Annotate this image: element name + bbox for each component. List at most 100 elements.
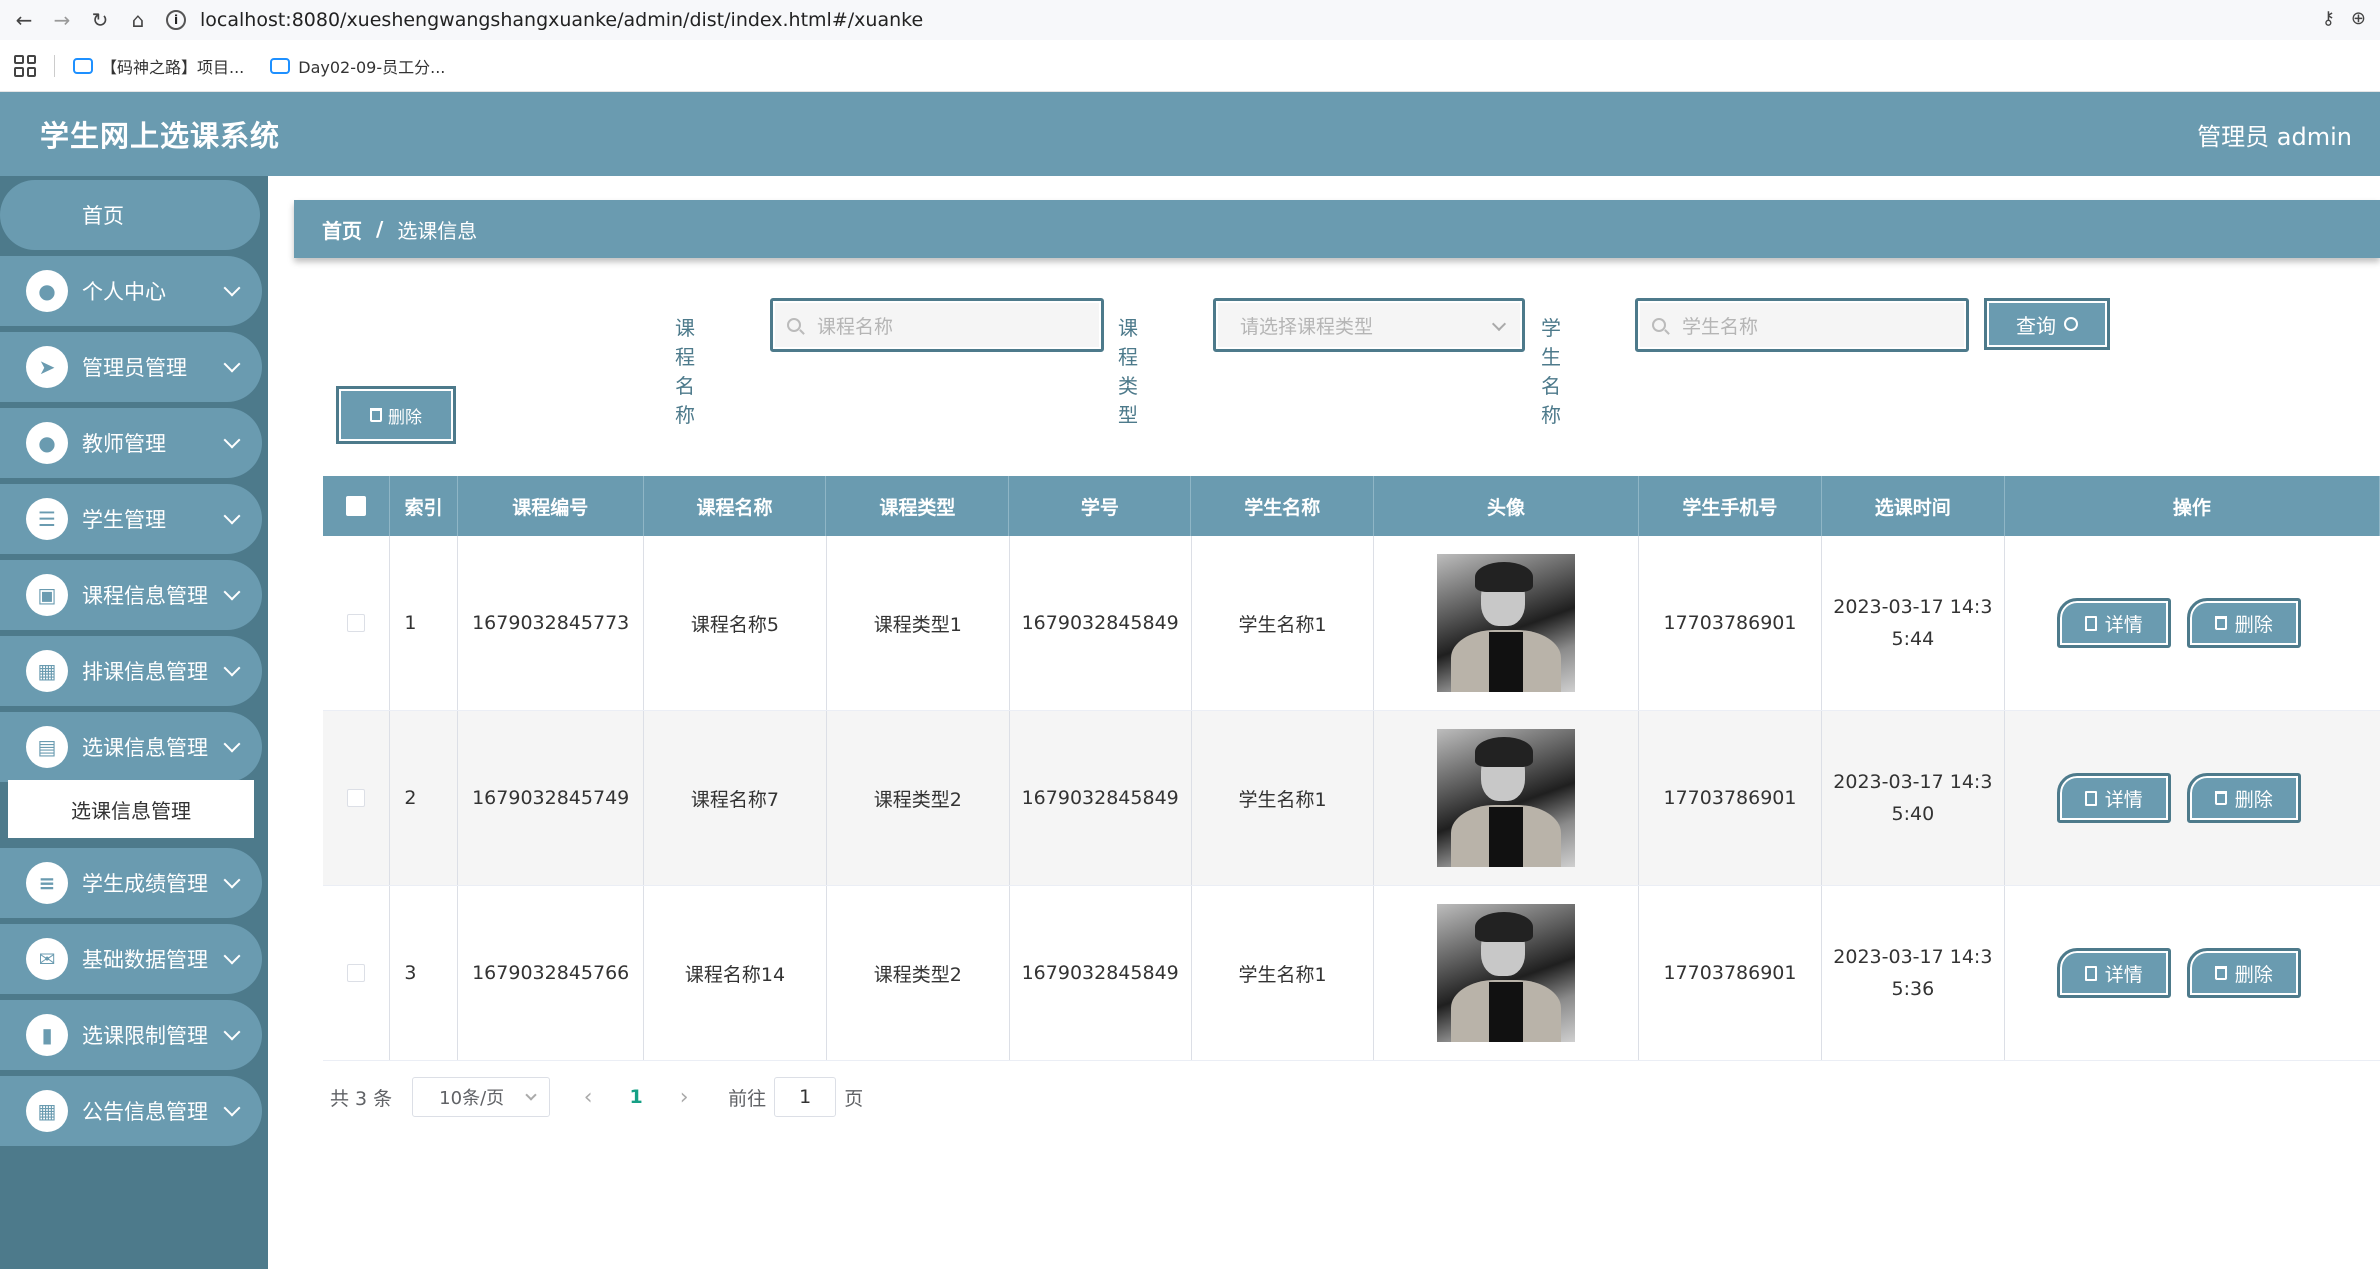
sidebar-item-base-data[interactable]: ✉ 基础数据管理	[0, 924, 262, 994]
prev-page-icon[interactable]: ‹	[564, 1085, 612, 1110]
ops-cell: 详情 删除	[2005, 886, 2380, 1060]
current-user[interactable]: 管理员 admin	[2197, 117, 2352, 152]
forward-icon[interactable]: →	[48, 6, 76, 34]
time-line: 2023-03-17 14:3	[1833, 596, 1993, 618]
search-icon	[1652, 318, 1666, 332]
student-no-cell: 1679032845849	[1010, 711, 1192, 885]
sidebar-item-grades[interactable]: ≡ 学生成绩管理	[0, 848, 262, 918]
delete-label: 删除	[2234, 613, 2273, 636]
sidebar-item-home[interactable]: 首页	[0, 180, 260, 250]
bilibili-icon	[73, 57, 93, 74]
browser-toolbar: ← → ↻ ⌂ i localhost:8080/xueshengwangsha…	[0, 0, 2380, 40]
bookmark-item[interactable]: Day02-09-员工分...	[270, 54, 445, 78]
chevron-down-icon	[223, 279, 241, 297]
detail-label: 详情	[2104, 963, 2143, 986]
goto-page-input[interactable]: 1	[774, 1077, 837, 1117]
breadcrumb-current: 选课信息	[397, 218, 478, 243]
bookmark-item[interactable]: 【码神之路】项目...	[73, 54, 244, 78]
back-icon[interactable]: ←	[10, 6, 38, 34]
apps-icon[interactable]	[14, 54, 36, 77]
send-icon: ➤	[26, 346, 68, 388]
ops-cell: 详情 删除	[2005, 536, 2380, 710]
sliders-icon: ≡	[26, 862, 68, 904]
student-name-input[interactable]: 学生名称	[1635, 298, 1969, 352]
sidebar-item-teacher[interactable]: ● 教师管理	[0, 408, 262, 478]
info-icon[interactable]: i	[166, 10, 186, 30]
bookmark-label: Day02-09-员工分...	[298, 57, 446, 77]
course-type-placeholder: 请选择课程类型	[1240, 315, 1374, 338]
grid-icon: ▦	[26, 650, 68, 692]
reload-icon[interactable]: ↻	[86, 6, 114, 34]
table-header: 索引 课程编号 课程名称 课程类型 学号 学生名称 头像 学生手机号 选课时间 …	[323, 476, 2380, 536]
next-page-icon[interactable]: ›	[660, 1085, 708, 1110]
select-all-checkbox[interactable]	[346, 496, 367, 516]
selection-table: 索引 课程编号 课程名称 课程类型 学号 学生名称 头像 学生手机号 选课时间 …	[323, 476, 2380, 1061]
sidebar-item-label: 管理员管理	[82, 356, 187, 380]
sidebar-item-personal-center[interactable]: ● 个人中心	[0, 256, 262, 326]
page-size-value: 10条/页	[439, 1088, 505, 1109]
sidebar-item-selection[interactable]: ▤ 选课信息管理	[0, 712, 262, 782]
column-header: 课程类型	[826, 476, 1010, 536]
address-bar[interactable]: i localhost:8080/xueshengwangshangxuanke…	[166, 9, 923, 31]
student-name-cell: 学生名称1	[1192, 711, 1375, 885]
sidebar-item-admin[interactable]: ➤ 管理员管理	[0, 332, 262, 402]
sidebar-item-label: 选课限制管理	[82, 1024, 208, 1048]
query-button[interactable]: 查询	[1984, 298, 2110, 350]
course-name-cell: 课程名称5	[644, 536, 827, 710]
sidebar: 首页 ● 个人中心 ➤ 管理员管理 ● 教师管理 ☰ 学生管理 ▣ 课程信息管理…	[0, 176, 268, 1269]
detail-label: 详情	[2104, 788, 2143, 811]
row-checkbox[interactable]	[347, 614, 366, 632]
row-checkbox[interactable]	[347, 964, 366, 982]
url-text[interactable]: localhost:8080/xueshengwangshangxuanke/a…	[200, 9, 923, 31]
student-name-cell: 学生名称1	[1192, 886, 1375, 1060]
document-icon	[2084, 965, 2097, 981]
key-icon[interactable]: ⚷	[2322, 8, 2335, 29]
time-line: 2023-03-17 14:3	[1833, 771, 1993, 793]
student-no-cell: 1679032845849	[1010, 886, 1192, 1060]
bilibili-icon	[270, 57, 291, 74]
time-cell: 2023-03-17 14:3 5:40	[1822, 711, 2005, 885]
chevron-down-icon	[223, 659, 241, 677]
avatar-cell	[1374, 711, 1640, 885]
sidebar-item-limits[interactable]: ▮ 选课限制管理	[0, 1000, 262, 1070]
table-row: 1 1679032845773 课程名称5 课程类型1 167903284584…	[323, 536, 2380, 711]
chevron-down-icon	[223, 947, 241, 965]
course-name-input[interactable]: 课程名称	[770, 298, 1104, 352]
chevron-down-icon	[223, 871, 241, 889]
course-type-select[interactable]: 请选择课程类型	[1213, 298, 1525, 352]
page-number[interactable]: 1	[612, 1086, 660, 1108]
detail-button[interactable]: 详情	[2056, 948, 2171, 998]
row-checkbox[interactable]	[347, 789, 366, 807]
sidebar-item-notice[interactable]: ▦ 公告信息管理	[0, 1076, 262, 1146]
chevron-down-icon	[223, 1099, 241, 1117]
zoom-icon[interactable]: ⊕	[2351, 8, 2366, 29]
breadcrumb-home[interactable]: 首页	[322, 215, 362, 244]
course-name-cell: 课程名称14	[644, 886, 827, 1060]
sidebar-item-schedule[interactable]: ▦ 排课信息管理	[0, 636, 262, 706]
grid-icon: ▦	[26, 1090, 68, 1132]
time-line: 2023-03-17 14:3	[1833, 946, 1993, 968]
table-row: 3 1679032845766 课程名称14 课程类型2 16790328458…	[323, 886, 2380, 1061]
row-check-cell	[323, 711, 391, 885]
avatar	[1437, 554, 1576, 692]
ops-cell: 详情 删除	[2005, 711, 2380, 885]
trash-icon	[370, 408, 382, 422]
sidebar-item-course[interactable]: ▣ 课程信息管理	[0, 560, 262, 630]
avatar	[1437, 729, 1576, 867]
detail-button[interactable]: 详情	[2056, 773, 2171, 823]
course-name-placeholder: 课程名称	[817, 315, 894, 338]
index-cell: 1	[390, 536, 459, 710]
phone-cell: 17703786901	[1639, 886, 1822, 1060]
detail-button[interactable]: 详情	[2056, 598, 2171, 648]
row-check-cell	[323, 536, 391, 710]
page-size-select[interactable]: 10条/页	[412, 1077, 551, 1117]
home-icon[interactable]: ⌂	[124, 6, 152, 34]
query-button-label: 查询	[2016, 313, 2056, 338]
delete-button[interactable]: 删除	[2186, 773, 2301, 823]
delete-button[interactable]: 删除	[2186, 598, 2301, 648]
sidebar-subitem-selection-info[interactable]: 选课信息管理	[8, 780, 254, 838]
sidebar-item-student[interactable]: ☰ 学生管理	[0, 484, 262, 554]
breadcrumb-separator: /	[376, 217, 384, 241]
batch-delete-button[interactable]: 删除	[336, 386, 456, 444]
delete-button[interactable]: 删除	[2186, 948, 2301, 998]
